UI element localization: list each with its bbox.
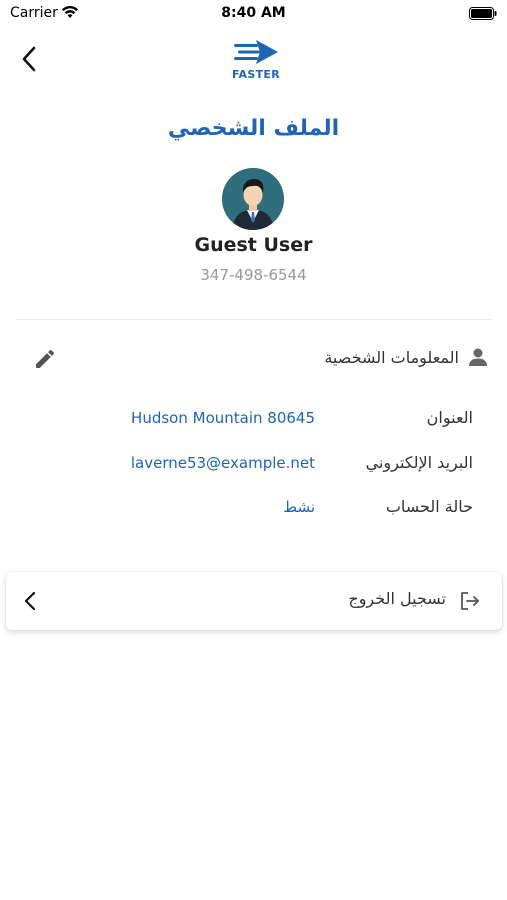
address-value: Hudson Mountain 80645 bbox=[131, 409, 315, 427]
email-label: البريد الإلكتروني bbox=[365, 453, 473, 472]
divider bbox=[16, 319, 492, 320]
edit-button[interactable] bbox=[30, 344, 60, 374]
account-status-value: نشط bbox=[283, 498, 315, 516]
address-label: العنوان bbox=[426, 408, 473, 427]
battery-icon bbox=[469, 7, 497, 20]
chevron-left-icon bbox=[22, 46, 36, 72]
back-button[interactable] bbox=[14, 44, 44, 74]
personal-info-title: المعلومات الشخصية bbox=[324, 347, 459, 367]
logo-text: FASTER bbox=[232, 68, 280, 81]
logout-label: تسجيل الخروج bbox=[348, 589, 446, 608]
status-time: 8:40 AM bbox=[221, 5, 286, 21]
avatar bbox=[222, 168, 284, 230]
logout-icon bbox=[461, 592, 479, 610]
info-row-address: العنوان Hudson Mountain 80645 bbox=[0, 406, 507, 432]
user-name: Guest User bbox=[194, 234, 313, 256]
email-value: laverne53@example.net bbox=[130, 454, 315, 472]
app-logo: FASTER bbox=[226, 38, 286, 84]
logout-button[interactable]: تسجيل الخروج bbox=[6, 572, 502, 630]
person-icon bbox=[469, 348, 487, 366]
personal-info-header: المعلومات الشخصية bbox=[324, 340, 489, 374]
status-bar: Carrier 8:40 AM bbox=[0, 0, 507, 28]
info-row-email: البريد الإلكتروني laverne53@example.net bbox=[0, 451, 507, 477]
user-avatar-icon bbox=[222, 168, 284, 230]
logo-arrow-icon bbox=[234, 40, 278, 64]
page-title: الملف الشخصي bbox=[167, 116, 340, 141]
user-phone: 347-498-6544 bbox=[200, 266, 307, 284]
account-status-label: حالة الحساب bbox=[385, 497, 473, 516]
pencil-icon bbox=[36, 350, 54, 368]
info-row-account-status: حالة الحساب نشط bbox=[0, 495, 507, 521]
chevron-left-icon bbox=[24, 591, 36, 611]
